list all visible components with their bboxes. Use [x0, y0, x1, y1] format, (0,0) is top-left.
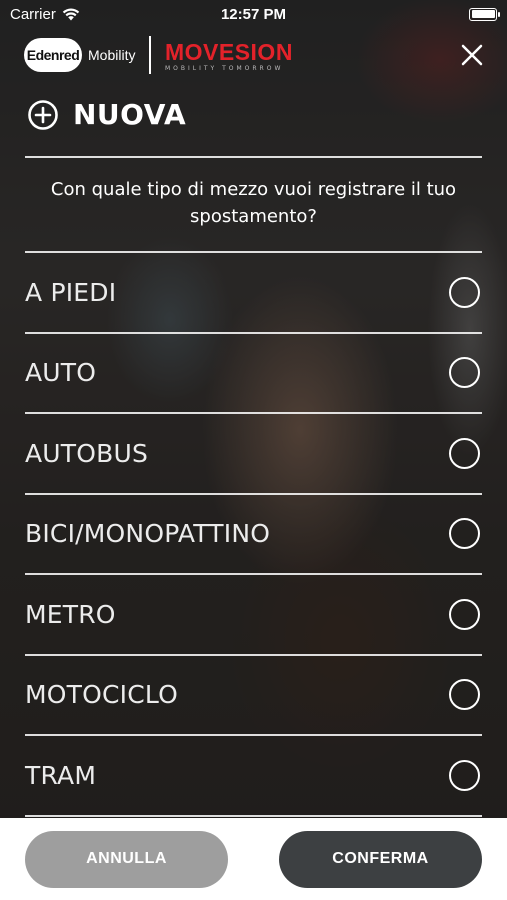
status-time: 12:57 PM	[220, 5, 287, 23]
battery-level	[471, 10, 495, 18]
plus-circle-icon[interactable]	[27, 99, 59, 131]
title-row: NUOVA	[27, 98, 186, 131]
radio-button[interactable]	[449, 598, 480, 630]
screen: Carrier 12:57 PM Edenred Mobility MOVESI…	[0, 0, 507, 900]
transport-options-list: A PIEDI AUTO AUTOBUS BICI/MONOPATTINO ME…	[25, 253, 482, 817]
close-button[interactable]	[457, 40, 487, 70]
movesion-tagline: MOBILITY TOMORROW	[164, 64, 284, 72]
option-label: A PIEDI	[25, 277, 117, 307]
footer-bar: ANNULLA CONFERMA	[0, 818, 507, 900]
edenred-mobility-logo: Edenred Mobility	[24, 38, 135, 72]
logo-divider	[149, 36, 151, 74]
status-bar: Carrier 12:57 PM	[0, 0, 507, 28]
radio-button[interactable]	[449, 679, 480, 711]
option-label: AUTOBUS	[25, 438, 149, 468]
option-label: BICI/MONOPATTINO	[25, 519, 271, 549]
radio-button[interactable]	[449, 437, 480, 469]
option-tram[interactable]: TRAM	[25, 736, 482, 817]
option-label: METRO	[25, 599, 116, 629]
option-metro[interactable]: METRO	[25, 575, 482, 656]
radio-button[interactable]	[449, 759, 480, 791]
close-icon	[461, 44, 483, 66]
battery-icon	[469, 7, 500, 21]
confirm-button[interactable]: CONFERMA	[279, 830, 482, 888]
radio-button[interactable]	[449, 518, 480, 550]
radio-button[interactable]	[449, 357, 480, 389]
option-label: MOTOCICLO	[25, 680, 178, 710]
movesion-name: MOVESION	[164, 38, 293, 65]
divider-top	[25, 156, 482, 158]
option-a-piedi[interactable]: A PIEDI	[25, 253, 482, 334]
header: Edenred Mobility MOVESION MOBILITY TOMOR…	[24, 30, 487, 80]
option-motociclo[interactable]: MOTOCICLO	[25, 656, 482, 736]
radio-button[interactable]	[449, 276, 480, 308]
movesion-logo: MOVESION MOBILITY TOMORROW	[165, 39, 293, 72]
cancel-button[interactable]: ANNULLA	[25, 830, 228, 888]
option-autobus[interactable]: AUTOBUS	[25, 414, 482, 495]
page-title: NUOVA	[73, 98, 187, 131]
option-bici-monopattino[interactable]: BICI/MONOPATTINO	[25, 495, 482, 575]
mobility-label: Mobility	[88, 47, 136, 63]
option-label: TRAM	[25, 760, 97, 790]
question-text: Con quale tipo di mezzo vuoi registrare …	[50, 179, 457, 227]
edenred-logo: Edenred	[24, 38, 82, 72]
option-auto[interactable]: AUTO	[25, 334, 482, 414]
option-label: AUTO	[25, 358, 97, 388]
